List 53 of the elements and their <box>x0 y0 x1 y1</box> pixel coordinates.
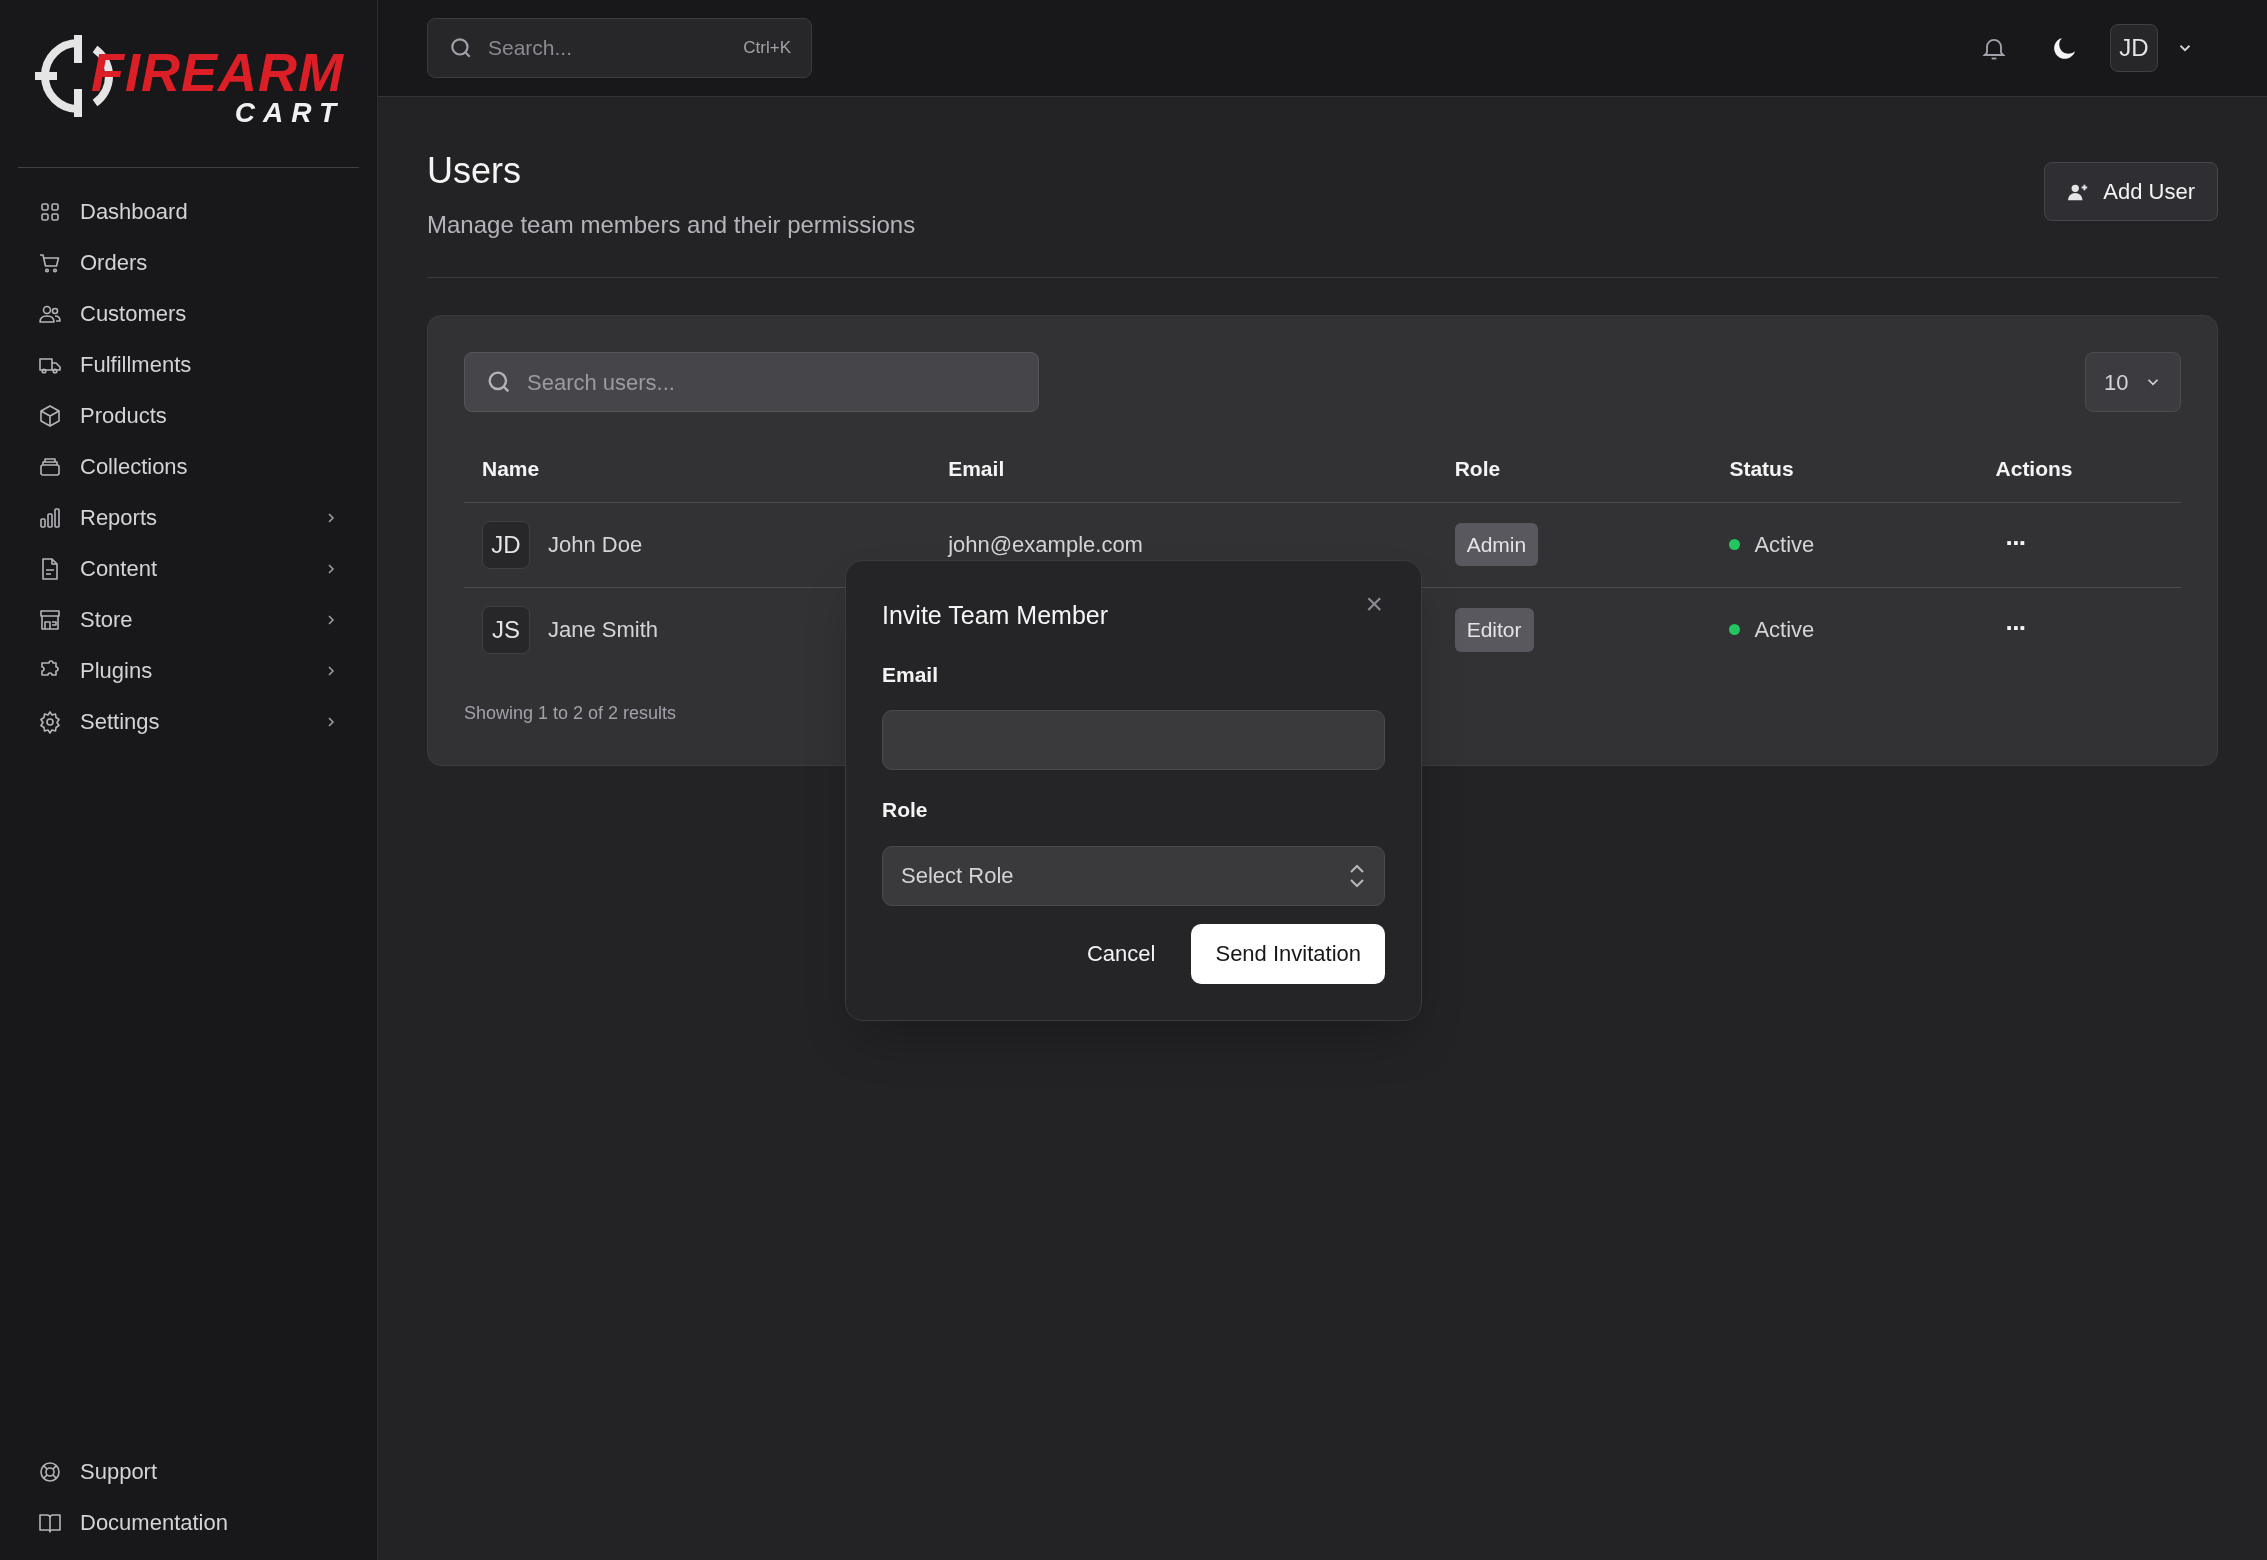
status-text: Active <box>1754 616 1815 645</box>
nav-item[interactable]: Documentation <box>18 1497 359 1548</box>
send-invitation-button[interactable]: Send Invitation <box>1191 923 1385 984</box>
more-actions-button[interactable]: ··· <box>2005 615 2026 642</box>
page-subtitle: Manage team members and their permissions <box>427 210 916 240</box>
search-placeholder: Search... <box>488 35 574 62</box>
add-user-button[interactable]: Add User <box>2044 162 2218 221</box>
nav-item[interactable]: Support <box>18 1446 359 1497</box>
search-field[interactable]: Search... Ctrl+K <box>427 18 812 78</box>
dialog-title: Invite Team Member <box>882 600 1108 631</box>
up-down-chevron-icon <box>1348 862 1366 889</box>
column-header: Email <box>948 457 1005 480</box>
role-badge: Admin <box>1454 522 1539 567</box>
user-avatar: JD <box>482 520 530 569</box>
email-input[interactable] <box>882 710 1385 770</box>
nav-item[interactable]: Orders <box>18 237 359 288</box>
user-email: john@example.com <box>948 532 1143 557</box>
nav-item[interactable]: Plugins <box>18 645 359 696</box>
field-label: Role <box>882 797 929 823</box>
close-button[interactable]: × <box>1365 589 1383 619</box>
role-select[interactable]: Select Role <box>882 845 1385 906</box>
user-avatar[interactable]: JD <box>2110 24 2158 72</box>
bar-chart-icon <box>38 505 62 530</box>
nav-item[interactable]: Collections <box>18 441 359 492</box>
storefront-icon <box>38 607 62 632</box>
nav-item[interactable]: Fulfillments <box>18 339 359 390</box>
nav-item[interactable]: Reports <box>18 492 359 543</box>
user-avatar: JS <box>482 605 530 654</box>
settings-icon <box>38 709 62 734</box>
page-size-select[interactable]: 10 <box>2085 352 2181 412</box>
cancel-button[interactable]: Cancel <box>1086 937 1156 970</box>
lifebuoy-icon <box>38 1459 62 1484</box>
nav-item[interactable]: Dashboard <box>18 186 359 237</box>
nav-item[interactable]: Products <box>18 390 359 441</box>
column-header: Role <box>1454 457 1501 480</box>
field-label: Email <box>882 661 940 688</box>
column-header: Name <box>482 457 540 480</box>
results-summary: Showing 1 to 2 of 2 results <box>464 702 678 725</box>
user-name: Jane Smith <box>548 616 659 645</box>
nav-item[interactable]: Content <box>18 543 359 594</box>
more-actions-button[interactable]: ··· <box>2005 530 2026 556</box>
column-header: Status <box>1729 457 1794 480</box>
column-header: Actions <box>1995 457 2073 480</box>
box-icon <box>38 403 62 428</box>
nav-item[interactable]: Store <box>18 594 359 645</box>
user-name: John Doe <box>548 531 643 559</box>
role-badge: Editor <box>1454 608 1534 652</box>
page-title: Users <box>427 149 522 193</box>
shortcut-hint: Ctrl+K <box>743 37 791 60</box>
status-text: Active <box>1754 531 1815 559</box>
search-placeholder: Search users... <box>527 368 675 397</box>
nav-item[interactable]: Customers <box>18 288 359 339</box>
nav-item[interactable]: Settings <box>18 696 359 747</box>
